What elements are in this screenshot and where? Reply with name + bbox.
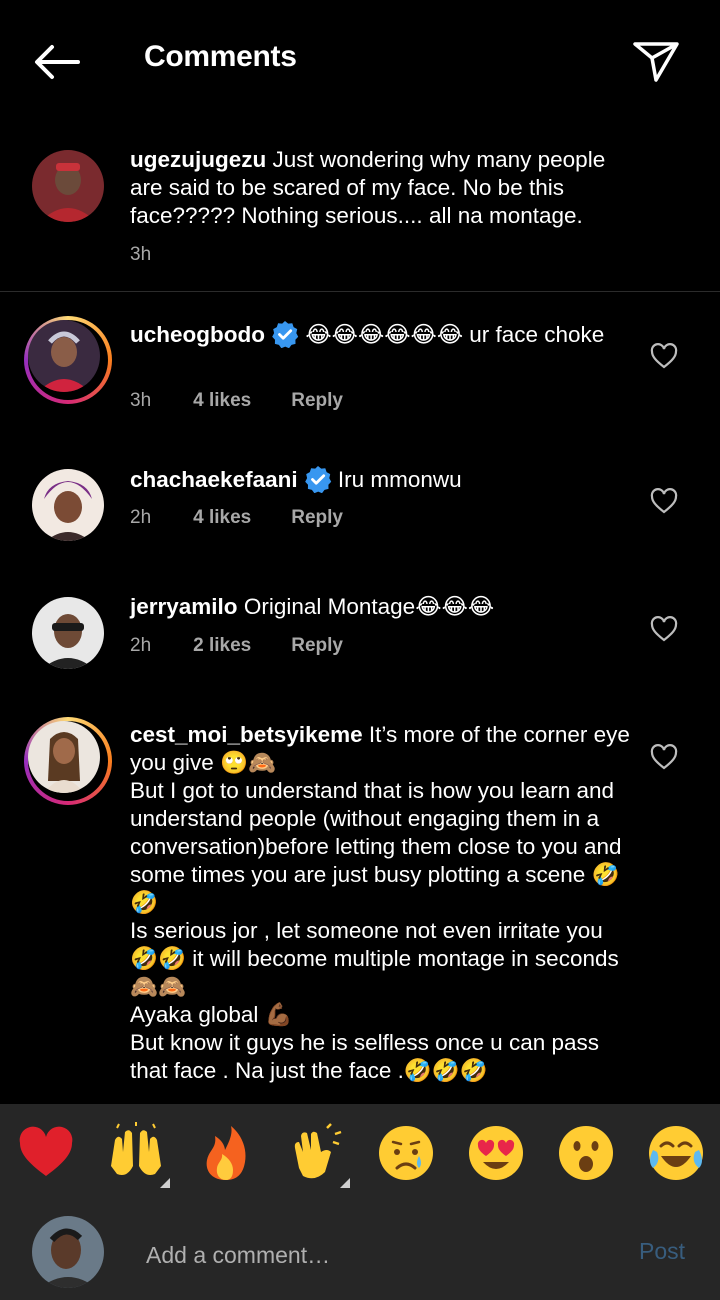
reply-button[interactable]: Reply xyxy=(291,507,343,529)
heart-eyes-emoji-button[interactable] xyxy=(465,1122,527,1184)
caption-text: ugezujugezu Just wondering why many peop… xyxy=(130,146,630,230)
clapping-hands-emoji-button[interactable] xyxy=(285,1122,347,1184)
heart-emoji-button[interactable] xyxy=(15,1122,77,1184)
post-button[interactable]: Post xyxy=(639,1238,685,1265)
comment-composer-sheet: Post xyxy=(0,1104,720,1300)
verified-badge-icon xyxy=(304,466,331,493)
comment-likes[interactable]: 4 likes xyxy=(193,507,251,529)
current-user-avatar xyxy=(32,1216,104,1288)
story-ring[interactable] xyxy=(24,316,112,404)
divider xyxy=(0,291,720,292)
comment-text: ucheogbodo 😂😂😂😂😂😂 ur face choke xyxy=(130,320,630,349)
avatar xyxy=(28,320,100,392)
surprised-face-emoji-button[interactable] xyxy=(555,1122,617,1184)
raising-hands-emoji-button[interactable] xyxy=(105,1122,167,1184)
comment-line: But know it guys he is selfless once u c… xyxy=(130,1030,599,1083)
avatar[interactable] xyxy=(32,469,104,541)
send-icon[interactable] xyxy=(632,40,680,84)
comment-likes[interactable]: 4 likes xyxy=(193,390,251,412)
comment-meta: 3h 4 likes Reply xyxy=(130,390,343,412)
variant-indicator-icon xyxy=(160,1178,170,1188)
avatar[interactable] xyxy=(32,150,104,222)
comment-username[interactable]: jerryamilo xyxy=(130,594,238,619)
like-heart-icon[interactable] xyxy=(650,744,678,770)
comment-likes[interactable]: 2 likes xyxy=(193,635,251,657)
reply-button[interactable]: Reply xyxy=(291,635,343,657)
comment-meta: 2h 4 likes Reply xyxy=(130,507,343,529)
caption-time: 3h xyxy=(130,244,152,265)
quick-reaction-bar xyxy=(0,1122,720,1192)
comment-meta: 2h 2 likes Reply xyxy=(130,635,343,657)
verified-badge-icon xyxy=(272,321,299,348)
comment-username[interactable]: ucheogbodo xyxy=(130,322,265,347)
crying-face-emoji-button[interactable] xyxy=(375,1122,437,1184)
variant-indicator-icon xyxy=(340,1178,350,1188)
avatar xyxy=(28,721,100,793)
comment-input[interactable] xyxy=(144,1232,618,1278)
caption-username[interactable]: ugezujugezu xyxy=(130,147,266,172)
comment-text: cest_moi_betsyikeme It’s more of the cor… xyxy=(130,721,630,1085)
comment-text: jerryamilo Original Montage😂😂😂 xyxy=(130,593,630,621)
comment-line: Ayaka global 💪🏾 xyxy=(130,1002,293,1027)
like-heart-icon[interactable] xyxy=(650,616,678,642)
comment-body: Iru mmonwu xyxy=(337,467,462,492)
avatar[interactable] xyxy=(32,597,104,669)
comment-line: But I got to understand that is how you … xyxy=(130,778,622,915)
like-heart-icon[interactable] xyxy=(650,488,678,514)
page-title: Comments xyxy=(144,40,297,73)
comment-time: 2h xyxy=(130,507,152,528)
story-ring[interactable] xyxy=(24,717,112,805)
comment-composer: Post xyxy=(0,1212,720,1300)
comment-body: 😂😂😂😂😂😂 ur face choke xyxy=(305,322,605,347)
back-arrow-icon[interactable] xyxy=(30,40,82,84)
comment-time: 3h xyxy=(130,390,152,411)
comment-username[interactable]: chachaekefaani xyxy=(130,467,298,492)
like-heart-icon[interactable] xyxy=(650,343,678,369)
caption-meta: 3h xyxy=(130,244,151,266)
comment-body: Original Montage😂😂😂 xyxy=(243,594,495,619)
tears-of-joy-emoji-button[interactable] xyxy=(645,1122,707,1184)
comment-time: 2h xyxy=(130,635,152,656)
fire-emoji-button[interactable] xyxy=(195,1122,257,1184)
top-bar: Comments xyxy=(0,0,720,120)
reply-button[interactable]: Reply xyxy=(291,390,343,412)
post-caption: ugezujugezu Just wondering why many peop… xyxy=(0,140,720,291)
comment-text: chachaekefaani Iru mmonwu xyxy=(130,465,630,494)
comment-line: Is serious jor , let someone not even ir… xyxy=(130,918,619,999)
comment-username[interactable]: cest_moi_betsyikeme xyxy=(130,722,363,747)
